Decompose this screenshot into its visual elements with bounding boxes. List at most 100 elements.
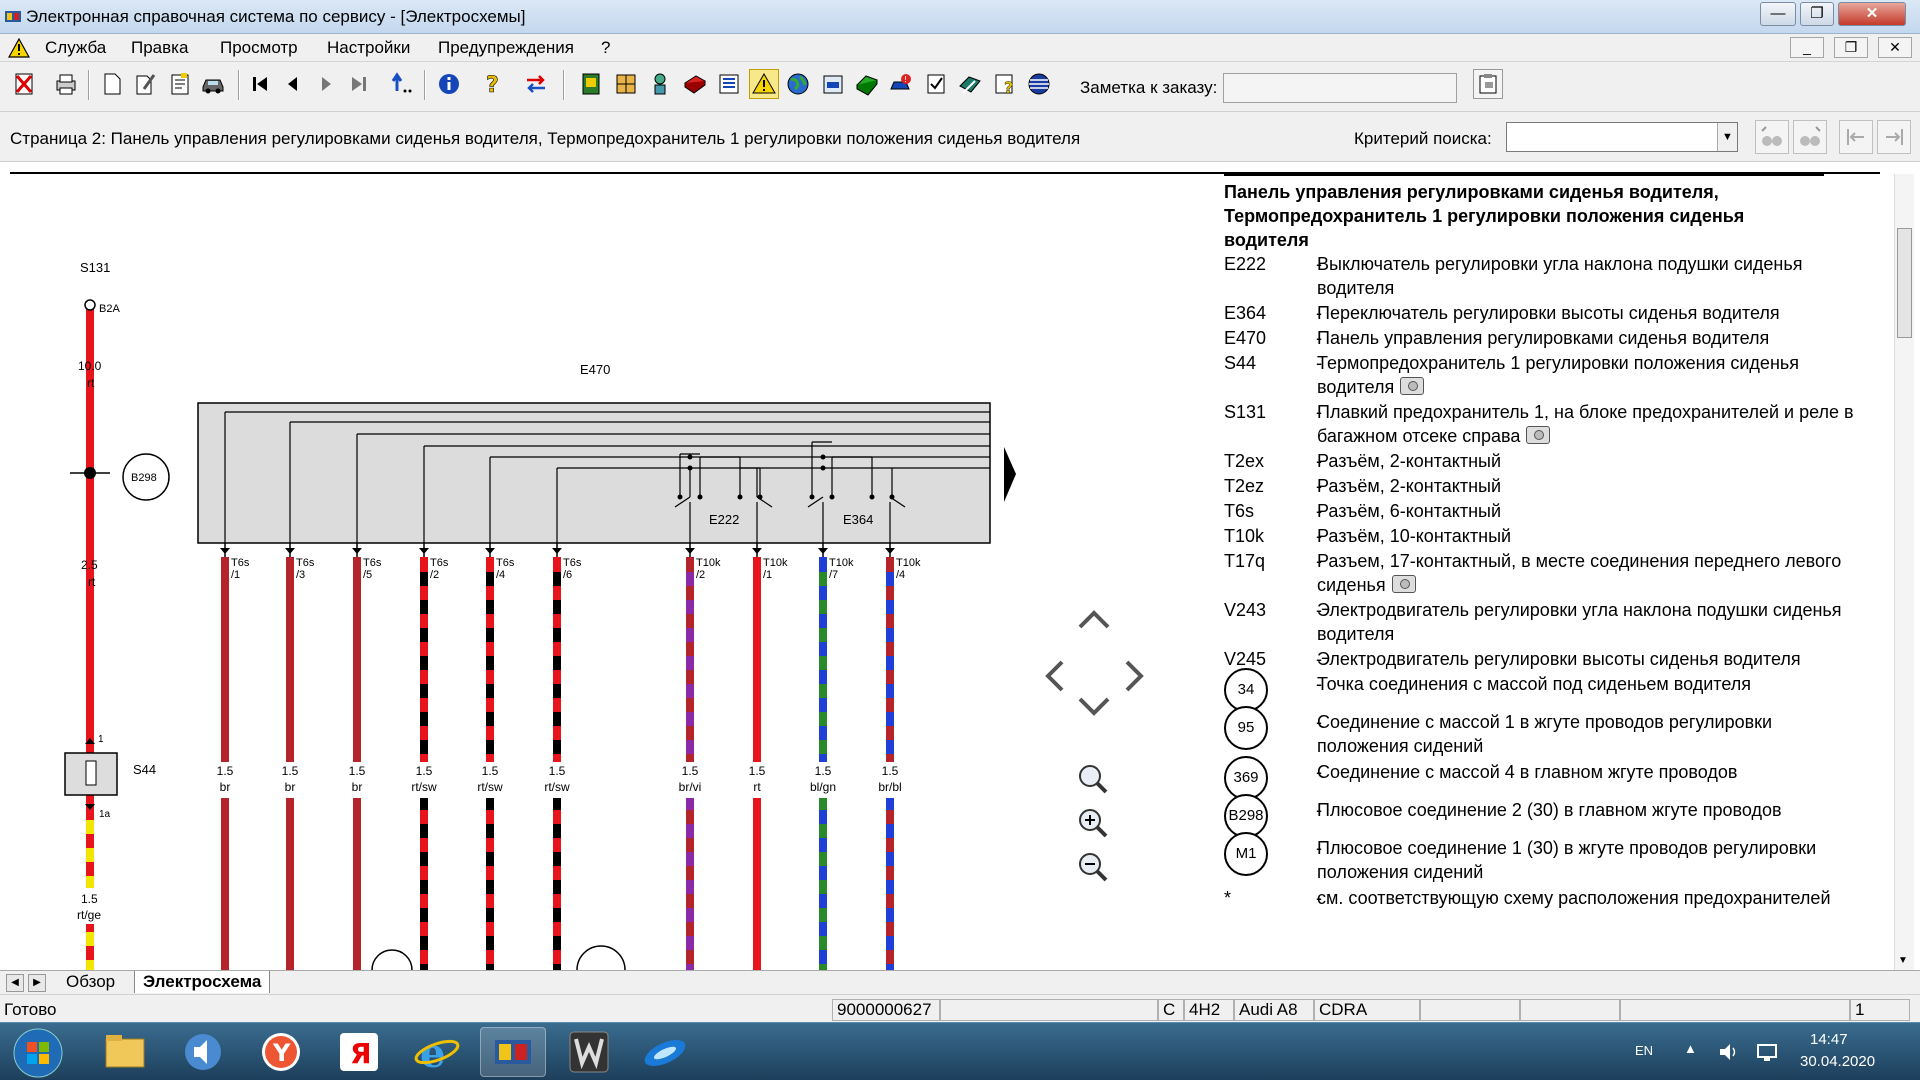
close-button[interactable]: ✕ (1838, 2, 1906, 26)
flowchart-button[interactable] (955, 69, 985, 99)
taskbar-yandex-browser[interactable]: Y (248, 1027, 314, 1077)
exit-button[interactable] (9, 69, 39, 99)
info-button[interactable] (434, 69, 464, 99)
connector-label: T10k (829, 557, 854, 569)
connector-pin: /5 (363, 569, 372, 581)
start-button[interactable] (12, 1027, 64, 1079)
menu-warnings[interactable]: Предупреждения (438, 38, 574, 58)
network-button[interactable] (1024, 69, 1054, 99)
menu-settings[interactable]: Настройки (327, 38, 410, 58)
diagnostics-button[interactable] (645, 69, 675, 99)
camera-icon[interactable] (1400, 377, 1425, 395)
mdi-minimize-button[interactable]: _ (1790, 37, 1824, 58)
first-page-button[interactable] (245, 69, 275, 99)
notes-help-button[interactable]: ? (990, 69, 1020, 99)
toolbar-separator (424, 70, 426, 100)
continuation-arrow[interactable] (1004, 447, 1016, 502)
tray-expand-icon[interactable]: ▲ (1684, 1041, 1697, 1056)
menu-view[interactable]: Просмотр (220, 38, 298, 58)
wiring-diagram[interactable]: S131 B2A 10.0 rt B298 2.5 rt 1 S44 1a E4… (0, 162, 1200, 970)
minimize-button[interactable]: — (1760, 2, 1796, 26)
book-button[interactable] (680, 69, 710, 99)
next-page-button[interactable] (311, 69, 341, 99)
volume-icon[interactable] (1717, 1041, 1739, 1063)
legend-description: Соединение с массой 4 в главном жгуте пр… (1317, 760, 1857, 784)
camera-icon[interactable] (1526, 426, 1551, 444)
legend-description: Термопредохранитель 1 регулировки положе… (1317, 351, 1857, 399)
jump-previous-match-button[interactable] (1839, 120, 1873, 154)
wire-stripe (486, 628, 494, 642)
clock-time[interactable]: 14:47 (1810, 1031, 1848, 1048)
legend-description: Электродвигатель регулировки угла наклон… (1317, 598, 1857, 646)
check-button[interactable] (921, 69, 951, 99)
wire-stripe (420, 740, 428, 754)
menu-edit[interactable]: Правка (131, 38, 188, 58)
tab-prev-icon[interactable]: ◀ (6, 974, 24, 992)
previous-page-button[interactable] (278, 69, 308, 99)
edit-document-button[interactable] (130, 69, 160, 99)
mdi-close-button[interactable]: ✕ (1878, 37, 1912, 58)
language-indicator[interactable]: EN (1635, 1043, 1653, 1058)
switch-contact (869, 494, 875, 500)
wire-stripe (553, 684, 561, 698)
network-tray-icon[interactable] (1755, 1041, 1779, 1063)
scroll-down-arrow-icon[interactable]: ▼ (1898, 955, 1908, 966)
search-backward-button[interactable] (1755, 120, 1789, 154)
jump-next-match-button[interactable] (1877, 120, 1911, 154)
order-note-input[interactable] (1223, 73, 1457, 103)
warnings-toggle-button[interactable] (749, 69, 779, 99)
scrollbar-thumb[interactable] (1897, 228, 1912, 338)
vehicle-button[interactable] (198, 69, 228, 99)
chevron-down-icon[interactable]: ▼ (1717, 123, 1737, 151)
wire-size: 1.5 (482, 764, 499, 778)
scroll-down-icon[interactable] (1078, 697, 1110, 716)
zoom-fit-icon[interactable] (1079, 765, 1108, 794)
scroll-left-icon[interactable] (1045, 660, 1064, 692)
search-forward-button[interactable] (1793, 120, 1827, 154)
menu-help[interactable]: ? (601, 38, 610, 58)
tab-overview[interactable]: Обзор (58, 971, 123, 993)
list-button[interactable] (714, 69, 744, 99)
legend-description-text: см. соответствующую схему расположения п… (1317, 888, 1831, 908)
taskbar-yandex[interactable]: Я (326, 1027, 392, 1077)
service-button[interactable]: ! (886, 69, 916, 99)
zoom-in-icon[interactable] (1079, 809, 1108, 838)
taskbar-world-of-tanks[interactable] (556, 1027, 622, 1077)
jump-button[interactable] (387, 69, 417, 99)
switch-button[interactable] (521, 69, 551, 99)
report-button[interactable] (165, 69, 195, 99)
taskbar-media[interactable] (170, 1027, 236, 1077)
components-button[interactable] (611, 69, 641, 99)
camera-icon[interactable] (1391, 575, 1416, 593)
taskbar-internet-explorer[interactable]: e (404, 1027, 470, 1077)
legend-description-text: Электродвигатель регулировки высоты сиде… (1317, 649, 1801, 669)
print-button[interactable] (51, 69, 81, 99)
checklist-button[interactable] (852, 69, 882, 99)
wire-stripe (553, 740, 561, 754)
vertical-scrollbar[interactable]: ▼ (1894, 174, 1914, 970)
connector-arrow (885, 548, 895, 554)
help-button[interactable]: ? (477, 69, 507, 99)
clock-date[interactable]: 30.04.2020 (1800, 1053, 1875, 1070)
clipboard-button[interactable] (1473, 69, 1503, 99)
folder-button[interactable] (818, 69, 848, 99)
restore-button[interactable]: ❐ (1800, 2, 1834, 26)
tab-schematic[interactable]: Электросхема (134, 971, 271, 993)
globe-button[interactable] (783, 69, 813, 99)
search-criterion-select[interactable]: ▼ (1506, 122, 1738, 152)
scroll-right-icon[interactable] (1125, 660, 1144, 692)
taskbar-explorer[interactable] (92, 1027, 158, 1077)
tab-next-icon[interactable]: ▶ (28, 974, 46, 992)
last-page-button[interactable] (344, 69, 374, 99)
legend-description: Панель управления регулировками сиденья … (1317, 326, 1857, 350)
taskbar-elsa-app[interactable] (480, 1027, 546, 1077)
service-car-icon: ! (890, 74, 911, 90)
repair-manual-button[interactable] (576, 69, 606, 99)
scroll-up-icon[interactable] (1078, 610, 1110, 629)
new-document-button[interactable] (97, 69, 127, 99)
menu-service[interactable]: Служба (45, 38, 106, 58)
mdi-restore-button[interactable]: ❐ (1834, 37, 1868, 58)
zoom-out-icon[interactable] (1079, 853, 1108, 882)
legend-item: M1 - Плюсовое соединение 1 (30) в жгуте пр… (1224, 832, 1884, 884)
taskbar-app[interactable] (632, 1027, 698, 1077)
